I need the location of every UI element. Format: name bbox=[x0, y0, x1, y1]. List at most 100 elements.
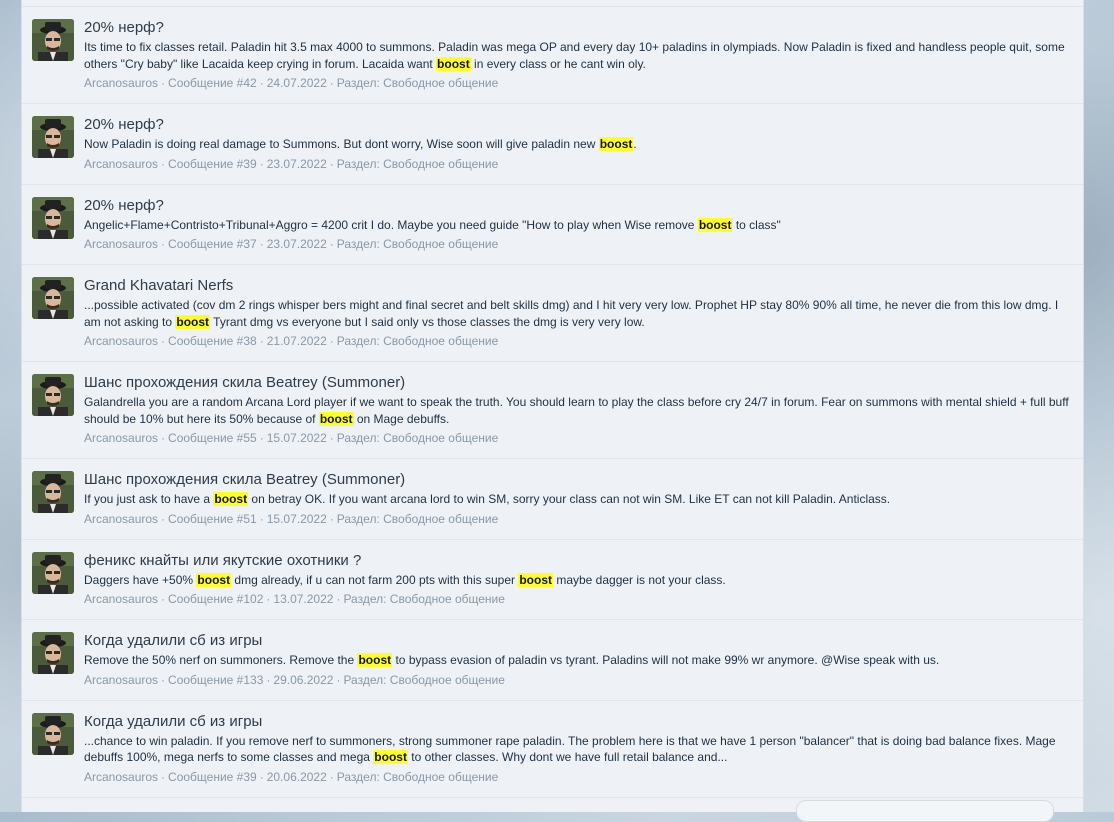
snippet-text: Galandrella you are a random Arcana Lord… bbox=[84, 395, 1069, 426]
result-title-link[interactable]: 20% нерф? bbox=[84, 18, 1073, 37]
snippet-text: to class" bbox=[732, 217, 781, 232]
author-link[interactable]: Arcanosauros bbox=[84, 770, 158, 784]
snippet-text: Now Paladin is doing real damage to Summ… bbox=[84, 137, 599, 151]
avatar[interactable] bbox=[32, 116, 74, 158]
meta-separator: · bbox=[161, 334, 166, 348]
meta-separator: · bbox=[161, 76, 166, 90]
author-link[interactable]: Arcanosauros bbox=[84, 157, 158, 171]
meta-separator: · bbox=[161, 672, 166, 687]
result-snippet: ...possible activated (cov dm 2 rings wh… bbox=[84, 297, 1073, 330]
post-date: 15.07.2022 bbox=[266, 511, 327, 526]
forum-section-link[interactable]: Раздел: Свободное общение bbox=[337, 512, 498, 526]
meta-separator: · bbox=[161, 511, 166, 526]
post-number-link[interactable]: Сообщение #39 bbox=[168, 157, 257, 171]
post-number-link[interactable]: Сообщение #133 bbox=[168, 673, 263, 687]
search-results-list: 20% нерф? Its time to fix classes retail.… bbox=[22, 7, 1083, 798]
post-date: 23.07.2022 bbox=[266, 156, 327, 171]
meta-separator: · bbox=[266, 672, 271, 687]
forum-section-link[interactable]: Раздел: Свободное общение bbox=[337, 76, 498, 90]
snippet-text: on Mage debuffs. bbox=[353, 411, 450, 426]
result-meta: Arcanosauros · Сообщение #51 · 15.07.2022 · Ра… bbox=[84, 511, 1073, 527]
result-snippet: Galandrella you are a random Arcana Lord… bbox=[84, 394, 1073, 427]
author-link[interactable]: Arcanosauros bbox=[84, 592, 158, 606]
meta-separator: · bbox=[161, 769, 166, 784]
search-term-highlight: boost bbox=[213, 492, 249, 506]
result-title-link[interactable]: Когда удалили сб из игры bbox=[84, 631, 1073, 650]
result-meta: Arcanosauros · Сообщение #102 · 13.07.2022 · Р… bbox=[84, 591, 1073, 607]
result-meta: Arcanosauros · Сообщение #133 · 29.06.2022 · Р… bbox=[84, 672, 1073, 688]
result-title-link[interactable]: Grand Khavatari Nerfs bbox=[84, 276, 1073, 295]
search-result-item: Шанс прохождения скила Beatrey (Summoner… bbox=[22, 362, 1083, 459]
result-snippet: Its time to fix classes retail. Paladin … bbox=[84, 39, 1073, 72]
search-term-highlight: boost bbox=[318, 411, 354, 426]
post-date: 23.07.2022 bbox=[266, 237, 327, 251]
post-number-link[interactable]: Сообщение #37 bbox=[168, 237, 257, 251]
result-snippet: If you just ask to have a boost on betra… bbox=[84, 491, 1073, 508]
result-meta: Arcanosauros · Сообщение #38 · 21.07.2022 · Ра… bbox=[84, 333, 1073, 349]
post-number-link[interactable]: Сообщение #51 bbox=[168, 512, 257, 526]
post-number-link[interactable]: Сообщение #102 bbox=[168, 592, 263, 606]
avatar[interactable] bbox=[32, 19, 74, 61]
meta-separator: · bbox=[259, 511, 264, 526]
avatar[interactable] bbox=[32, 196, 74, 239]
meta-separator: · bbox=[336, 592, 341, 606]
result-title-link[interactable]: Когда удалили сб из игры bbox=[84, 712, 1073, 731]
result-meta: Arcanosauros · Сообщение #42 · 24.07.2022 · Ра… bbox=[84, 75, 1073, 91]
author-link[interactable]: Arcanosauros bbox=[84, 512, 158, 526]
avatar[interactable] bbox=[32, 374, 74, 416]
search-result-item: Grand Khavatari Nerfs ...possible activat… bbox=[22, 265, 1083, 362]
result-snippet: Daggers have +50% boost dmg already, if … bbox=[84, 572, 1073, 589]
post-date: 24.07.2022 bbox=[266, 76, 327, 90]
result-title-link[interactable]: феникс кнайты или якутские охотники ? bbox=[84, 551, 1073, 570]
post-date: 20.06.2022 bbox=[266, 769, 327, 784]
result-title-link[interactable]: 20% нерф? bbox=[84, 196, 1073, 215]
post-number-link[interactable]: Сообщение #38 bbox=[168, 334, 257, 348]
search-result-item: Шанс прохождения скила Beatrey (Summoner… bbox=[22, 459, 1083, 540]
author-link[interactable]: Arcanosauros bbox=[84, 76, 158, 90]
search-term-highlight: boost bbox=[196, 572, 232, 587]
avatar-image bbox=[32, 277, 74, 319]
result-title-link[interactable]: Шанс прохождения скила Beatrey (Summoner… bbox=[84, 470, 1073, 489]
post-number-link[interactable]: Сообщение #55 bbox=[168, 431, 257, 445]
forum-section-link[interactable]: Раздел: Свободное общение bbox=[343, 592, 504, 606]
post-number-link[interactable]: Сообщение #42 bbox=[168, 76, 257, 90]
avatar[interactable] bbox=[32, 632, 74, 674]
meta-separator: · bbox=[161, 592, 166, 606]
snippet-text: Tyrant dmg vs everyone but I said only v… bbox=[210, 314, 645, 329]
post-date: 13.07.2022 bbox=[273, 592, 334, 606]
result-title-link[interactable]: Шанс прохождения скила Beatrey (Summoner… bbox=[84, 373, 1073, 392]
avatar[interactable] bbox=[32, 471, 74, 513]
search-term-highlight: boost bbox=[518, 572, 553, 587]
meta-separator: · bbox=[161, 156, 166, 171]
forum-section-link[interactable]: Раздел: Свободное общение bbox=[337, 431, 498, 445]
panel-top-divider bbox=[22, 0, 1083, 7]
forum-section-link[interactable]: Раздел: Свободное общение bbox=[343, 673, 504, 687]
snippet-text: to bypass evasion of paladin vs tyrant. … bbox=[392, 653, 940, 667]
post-number-link[interactable]: Сообщение #39 bbox=[168, 770, 257, 784]
snippet-text: to other classes. Why dont we have full … bbox=[407, 750, 728, 764]
author-link[interactable]: Arcanosauros bbox=[84, 431, 158, 445]
meta-separator: · bbox=[329, 431, 334, 445]
avatar[interactable] bbox=[32, 712, 74, 755]
result-title-link[interactable]: 20% нерф? bbox=[84, 115, 1073, 134]
forum-section-link[interactable]: Раздел: Свободное общение bbox=[337, 237, 498, 251]
meta-separator: · bbox=[259, 156, 264, 171]
forum-section-link[interactable]: Раздел: Свободное общение bbox=[337, 334, 498, 348]
meta-separator: · bbox=[329, 156, 334, 171]
search-term-highlight: boost bbox=[357, 653, 393, 667]
author-link[interactable]: Arcanosauros bbox=[84, 334, 158, 348]
pagination-bar[interactable] bbox=[796, 800, 1054, 822]
result-meta: Arcanosauros · Сообщение #37 · 23.07.2022 · Ра… bbox=[84, 236, 1073, 252]
forum-section-link[interactable]: Раздел: Свободное общение bbox=[337, 770, 498, 784]
avatar-image bbox=[32, 116, 74, 158]
avatar[interactable] bbox=[32, 277, 74, 319]
author-link[interactable]: Arcanosauros bbox=[84, 237, 158, 251]
forum-section-link[interactable]: Раздел: Свободное общение bbox=[337, 157, 498, 171]
search-results-panel: 20% нерф? Its time to fix classes retail.… bbox=[21, 0, 1084, 812]
post-date: 29.06.2022 bbox=[273, 672, 334, 687]
author-link[interactable]: Arcanosauros bbox=[84, 673, 158, 687]
search-term-highlight: boost bbox=[598, 137, 634, 151]
meta-separator: · bbox=[329, 334, 334, 348]
avatar[interactable] bbox=[32, 551, 74, 594]
result-snippet: Now Paladin is doing real damage to Summ… bbox=[84, 136, 1073, 153]
